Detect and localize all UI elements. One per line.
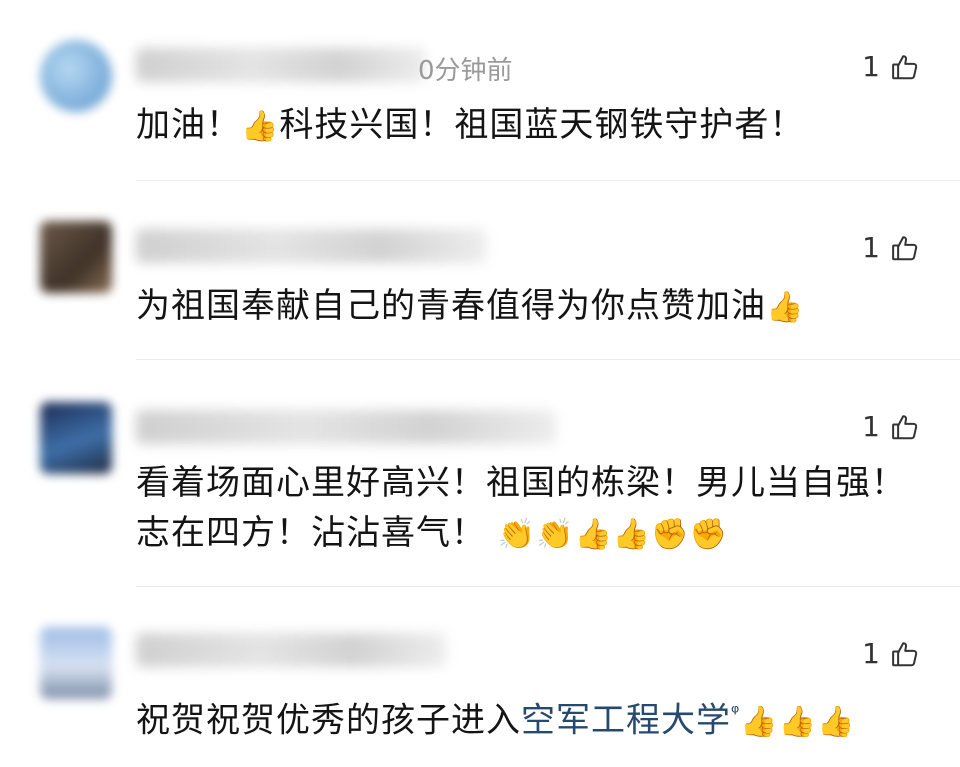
- comment-text: 祝贺祝贺优秀的孩子进入空军工程大学ᵠ👍👍👍: [136, 700, 856, 741]
- avatar[interactable]: [40, 40, 112, 112]
- username-blurred[interactable]: [136, 229, 486, 263]
- comment-text: 看着场面心里好高兴！祖国的栋梁！男儿当自强！ 志在四方！沾沾喜气！ 👏👏👍👍✊✊: [136, 458, 936, 560]
- search-link[interactable]: 空军工程大学: [521, 700, 731, 740]
- thumbs-up-emoji-icon: 👍: [766, 290, 805, 325]
- like-count: 1: [862, 231, 880, 264]
- comment-item: 1 看着场面心里好高兴！祖国的栋梁！男儿当自强！ 志在四方！沾沾喜气！ 👏👏👍👍…: [0, 360, 960, 586]
- like-count: 1: [862, 50, 880, 83]
- like-count: 1: [862, 410, 880, 443]
- avatar[interactable]: [40, 402, 112, 474]
- username-blurred[interactable]: [136, 633, 446, 667]
- avatar[interactable]: [40, 627, 112, 699]
- comment-item: 0分钟前 1 加油！👍科技兴国！祖国蓝天钢铁守护者！: [0, 0, 960, 180]
- comment-line: 志在四方！沾沾喜气！ 👏👏👍👍✊✊: [136, 513, 728, 553]
- clap-thumbs-fist-emoji-icon: 👏👏👍👍✊✊: [497, 517, 728, 552]
- like-button[interactable]: 1: [862, 50, 920, 83]
- comment-text: 加油！👍科技兴国！祖国蓝天钢铁守护者！: [136, 105, 805, 145]
- thumbs-up-outline-icon: [890, 233, 920, 263]
- avatar[interactable]: [40, 221, 112, 293]
- search-mini-icon[interactable]: ᵠ: [731, 700, 740, 724]
- thumbs-up-emoji-icon: 👍: [241, 109, 280, 144]
- username-blurred[interactable]: [136, 410, 556, 444]
- thumbs-up-outline-icon: [890, 639, 920, 669]
- comment-list: 0分钟前 1 加油！👍科技兴国！祖国蓝天钢铁守护者！ 1 为祖国奉献自己的青春值…: [0, 0, 960, 767]
- thumbs-up-emoji-icon: 👍👍👍: [740, 704, 856, 740]
- comment-item: 1 为祖国奉献自己的青春值得为你点赞加油👍: [0, 181, 960, 359]
- comment-line: 看着场面心里好高兴！祖国的栋梁！男儿当自强！: [136, 463, 906, 503]
- thumbs-up-outline-icon: [890, 52, 920, 82]
- thumbs-up-outline-icon: [890, 412, 920, 442]
- comment-text: 为祖国奉献自己的青春值得为你点赞加油👍: [136, 286, 805, 326]
- username-blurred[interactable]: [136, 48, 426, 82]
- like-button[interactable]: 1: [862, 231, 920, 264]
- comment-item: 1 祝贺祝贺优秀的孩子进入空军工程大学ᵠ👍👍👍: [0, 587, 960, 767]
- like-button[interactable]: 1: [862, 410, 920, 443]
- like-count: 1: [862, 637, 880, 670]
- comment-time: 0分钟前: [418, 56, 513, 86]
- like-button[interactable]: 1: [862, 637, 920, 670]
